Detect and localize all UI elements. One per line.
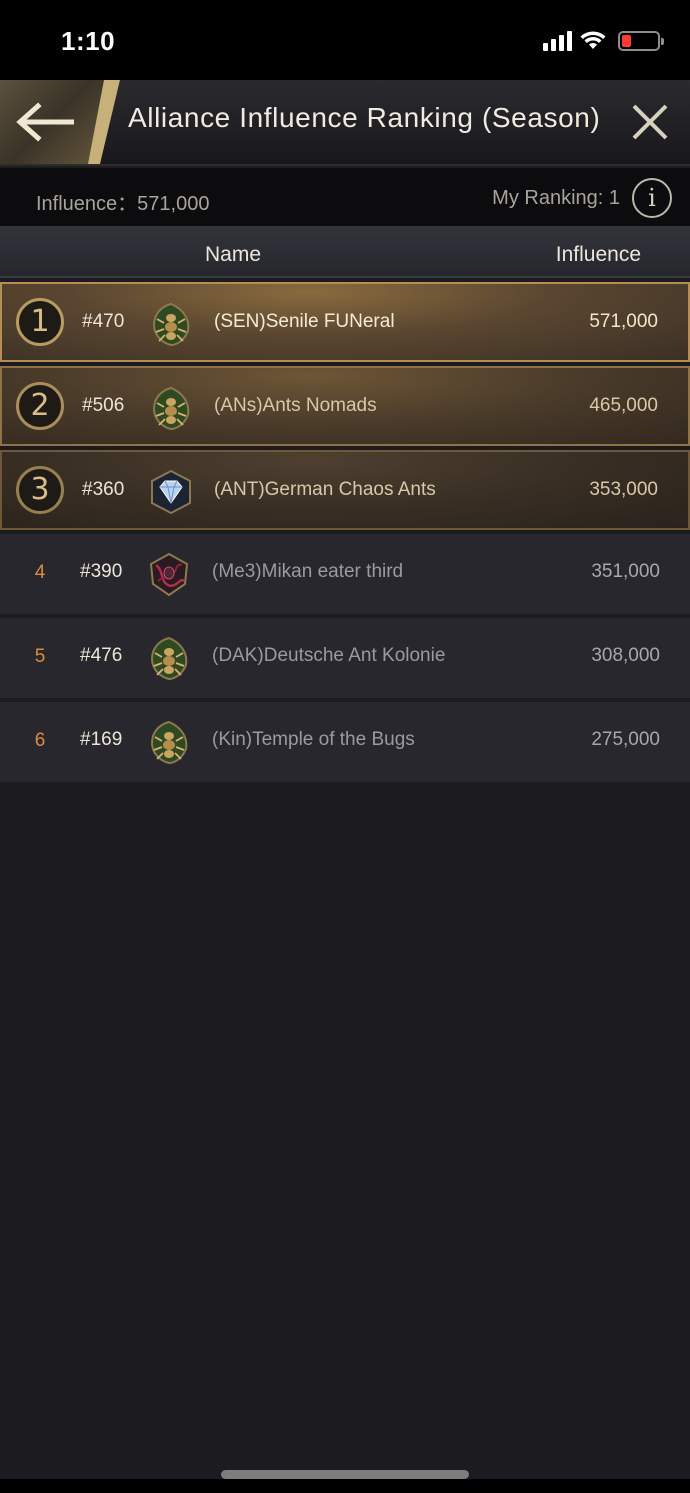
ranking-row[interactable]: 2 #506 (ANs)Ants Nomads 465,000 (0, 366, 690, 446)
column-header: Name Influence (0, 226, 690, 278)
rank-badge: 3 (16, 466, 64, 514)
status-bar: 1:10 (0, 0, 690, 80)
column-name-label: Name (205, 243, 262, 266)
ranking-row[interactable]: 3 #360 (ANT)German Chaos Ants 353,000 (0, 450, 690, 530)
ant-leaf-emblem-icon (150, 636, 188, 681)
ranking-row[interactable]: 6 #169 (Kin)Temple of the Bugs 275,000 (0, 702, 690, 782)
alliance-influence: 465,000 (589, 395, 658, 416)
status-icons (543, 30, 664, 52)
wifi-icon (580, 31, 606, 49)
ant-leaf-emblem-icon (152, 386, 190, 431)
alliance-id: #506 (82, 395, 125, 416)
alliance-id: #360 (82, 479, 125, 500)
rank-number: 5 (34, 646, 46, 667)
alliance-name: (SEN)Senile FUNeral (214, 311, 395, 332)
rank-number: 6 (34, 730, 46, 751)
alliance-influence: 351,000 (591, 561, 660, 582)
bottom-strip (0, 1479, 690, 1493)
alliance-influence: 308,000 (591, 645, 660, 666)
rank-number: 4 (34, 562, 46, 583)
back-button[interactable] (0, 80, 120, 164)
cellular-signal-icon (543, 31, 572, 51)
ranking-row[interactable]: 5 #476 (DAK)Deutsche Ant Kolonie 308,000 (0, 618, 690, 698)
ant-leaf-emblem-icon (150, 720, 188, 765)
alliance-influence: 571,000 (589, 311, 658, 332)
alliance-id: #470 (82, 311, 125, 332)
alliance-influence: 353,000 (589, 479, 658, 500)
alliance-name: (Kin)Temple of the Bugs (212, 729, 415, 750)
alliance-name: (DAK)Deutsche Ant Kolonie (212, 645, 446, 666)
summary-bar: Influence：571,000 My Ranking: 1 i (0, 168, 690, 226)
influence-summary: Influence：571,000 (36, 193, 210, 215)
diamond-emblem-icon (151, 469, 191, 515)
ant-leaf-emblem-icon (152, 302, 190, 347)
alliance-id: #169 (80, 729, 123, 750)
status-time: 1:10 (61, 26, 116, 56)
ant-red-vine-emblem-icon (149, 552, 189, 597)
ranking-row[interactable]: 4 #390 (Me3)Mikan eater third 351,000 (0, 534, 690, 614)
column-influence-label: Influence (555, 243, 641, 266)
alliance-id: #476 (80, 645, 123, 666)
battery-icon (618, 31, 664, 51)
my-ranking: My Ranking: 1 (492, 187, 620, 209)
arrow-left-icon (16, 102, 74, 142)
info-icon[interactable]: i (632, 178, 672, 218)
alliance-name: (ANT)German Chaos Ants (214, 479, 436, 500)
rank-badge: 1 (16, 298, 64, 346)
alliance-name: (ANs)Ants Nomads (214, 395, 377, 416)
alliance-name: (Me3)Mikan eater third (212, 561, 404, 582)
ranking-row[interactable]: 1 #470 (SEN)Senile FUNeral 571,000 (0, 282, 690, 362)
alliance-id: #390 (80, 561, 123, 582)
header-bar: Alliance Influence Ranking (Season) (0, 80, 690, 166)
page-title: Alliance Influence Ranking (Season) (128, 102, 601, 133)
close-icon[interactable] (630, 102, 670, 142)
ranking-list: 1 #470 (SEN)Senile FUNeral 571,000 2 #50… (0, 282, 690, 786)
rank-badge: 2 (16, 382, 64, 430)
home-indicator[interactable] (221, 1470, 469, 1479)
alliance-influence: 275,000 (591, 729, 660, 750)
